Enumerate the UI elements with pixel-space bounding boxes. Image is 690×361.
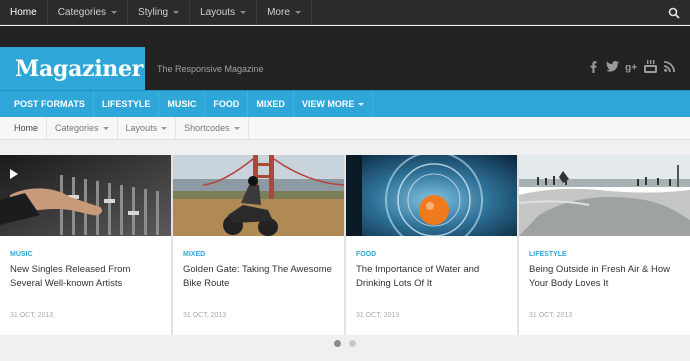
chevron-down-icon [161, 126, 168, 130]
topnav-home[interactable]: Home [0, 0, 48, 25]
google-plus-icon[interactable]: g+ [625, 60, 638, 73]
slide-thumbnail[interactable] [173, 155, 344, 236]
chevron-down-icon [111, 11, 118, 14]
slide-category[interactable]: MIXED [183, 251, 205, 258]
topnav-categories-label: Categories [57, 7, 107, 18]
facebook-icon[interactable] [587, 60, 600, 73]
category-nav: POST FORMATS LIFESTYLE MUSIC FOOD MIXED … [0, 91, 690, 117]
social-links: g+ [587, 60, 676, 73]
subnav-label: Home [14, 123, 39, 133]
topnav-categories[interactable]: Categories [48, 0, 129, 25]
catnav-mixed[interactable]: MIXED [248, 91, 294, 117]
topnav-more[interactable]: More [257, 0, 312, 25]
slider-dot[interactable] [349, 340, 356, 347]
secondary-nav: Home Categories Layouts Shortcodes [0, 117, 690, 139]
chevron-down-icon [173, 11, 180, 14]
top-nav: Home Categories Styling Layouts More [0, 0, 690, 25]
twitter-icon[interactable] [606, 60, 619, 73]
chevron-down-icon [102, 126, 109, 130]
topnav-home-label: Home [10, 7, 37, 18]
slide-card[interactable]: MIXED Golden Gate: Taking The Awesome Bi… [173, 155, 344, 335]
slide-date: 31 OCT, 2013 [356, 312, 400, 319]
catnav-label: POST FORMATS [14, 99, 85, 109]
chevron-down-icon [358, 102, 365, 106]
chevron-down-icon [240, 11, 247, 14]
site-header: Magaziner The Responsive Magazine g+ [0, 26, 690, 90]
slide-card[interactable]: LIFESTYLE Being Outside in Fresh Air & H… [519, 155, 690, 335]
catnav-lifestyle[interactable]: LIFESTYLE [94, 91, 160, 117]
play-icon[interactable] [10, 169, 18, 179]
slide-title[interactable]: The Importance of Water and Drinking Lot… [356, 263, 509, 291]
slide-thumbnail[interactable] [346, 155, 517, 236]
catnav-food[interactable]: FOOD [205, 91, 249, 117]
top-bar: Home Categories Styling Layouts More [0, 0, 690, 25]
slide-category[interactable]: LIFESTYLE [529, 251, 567, 258]
slide-date: 31 OCT, 2013 [183, 312, 227, 319]
topnav-styling[interactable]: Styling [128, 0, 191, 25]
catnav-label: VIEW MORE [301, 99, 355, 109]
logo-text: Magaziner [15, 55, 143, 82]
featured-slider: MUSIC New Singles Released From Several … [0, 155, 690, 335]
slide-thumbnail[interactable] [519, 155, 690, 236]
rss-icon[interactable] [663, 60, 676, 73]
catnav-music[interactable]: MUSIC [159, 91, 206, 117]
chevron-down-icon [233, 126, 240, 130]
slider-dot[interactable] [334, 340, 341, 347]
slide-thumbnail[interactable] [0, 155, 171, 236]
catnav-label: FOOD [213, 99, 240, 109]
category-nav-bar: POST FORMATS LIFESTYLE MUSIC FOOD MIXED … [0, 90, 690, 117]
subnav-categories[interactable]: Categories [47, 117, 118, 139]
slide-category[interactable]: MUSIC [10, 251, 33, 258]
subnav-label: Categories [55, 123, 99, 133]
topnav-layouts[interactable]: Layouts [190, 0, 258, 25]
svg-text:g+: g+ [625, 62, 637, 72]
subnav-home[interactable]: Home [0, 117, 48, 139]
topnav-more-label: More [267, 7, 290, 18]
secondary-nav-bar: Home Categories Layouts Shortcodes [0, 117, 690, 140]
subnav-label: Layouts [125, 123, 158, 133]
site-tagline: The Responsive Magazine [157, 64, 264, 74]
slide-title[interactable]: Being Outside in Fresh Air & How Your Bo… [529, 263, 688, 291]
slider-pagination [0, 340, 690, 347]
youtube-icon[interactable] [644, 60, 657, 73]
catnav-label: MUSIC [167, 99, 197, 109]
slide-card[interactable]: FOOD The Importance of Water and Drinkin… [346, 155, 517, 335]
subnav-shortcodes[interactable]: Shortcodes [176, 117, 249, 139]
catnav-label: LIFESTYLE [101, 99, 151, 109]
subnav-layouts[interactable]: Layouts [118, 117, 177, 139]
slide-category[interactable]: FOOD [356, 251, 376, 258]
catnav-view-more[interactable]: VIEW MORE [294, 91, 374, 117]
search-icon[interactable] [668, 6, 680, 19]
slide-date: 31 OCT, 2013 [529, 312, 573, 319]
slide-title[interactable]: Golden Gate: Taking The Awesome Bike Rou… [183, 263, 336, 291]
topnav-styling-label: Styling [138, 7, 169, 18]
slide-card[interactable]: MUSIC New Singles Released From Several … [0, 155, 171, 335]
subnav-label: Shortcodes [184, 123, 230, 133]
slide-title[interactable]: New Singles Released From Several Well-k… [10, 263, 163, 291]
topnav-layouts-label: Layouts [200, 7, 236, 18]
site-logo[interactable]: Magaziner [0, 47, 145, 90]
catnav-post-formats[interactable]: POST FORMATS [0, 91, 94, 117]
catnav-label: MIXED [256, 99, 285, 109]
slide-date: 31 OCT, 2013 [10, 312, 54, 319]
chevron-down-icon [294, 11, 301, 14]
